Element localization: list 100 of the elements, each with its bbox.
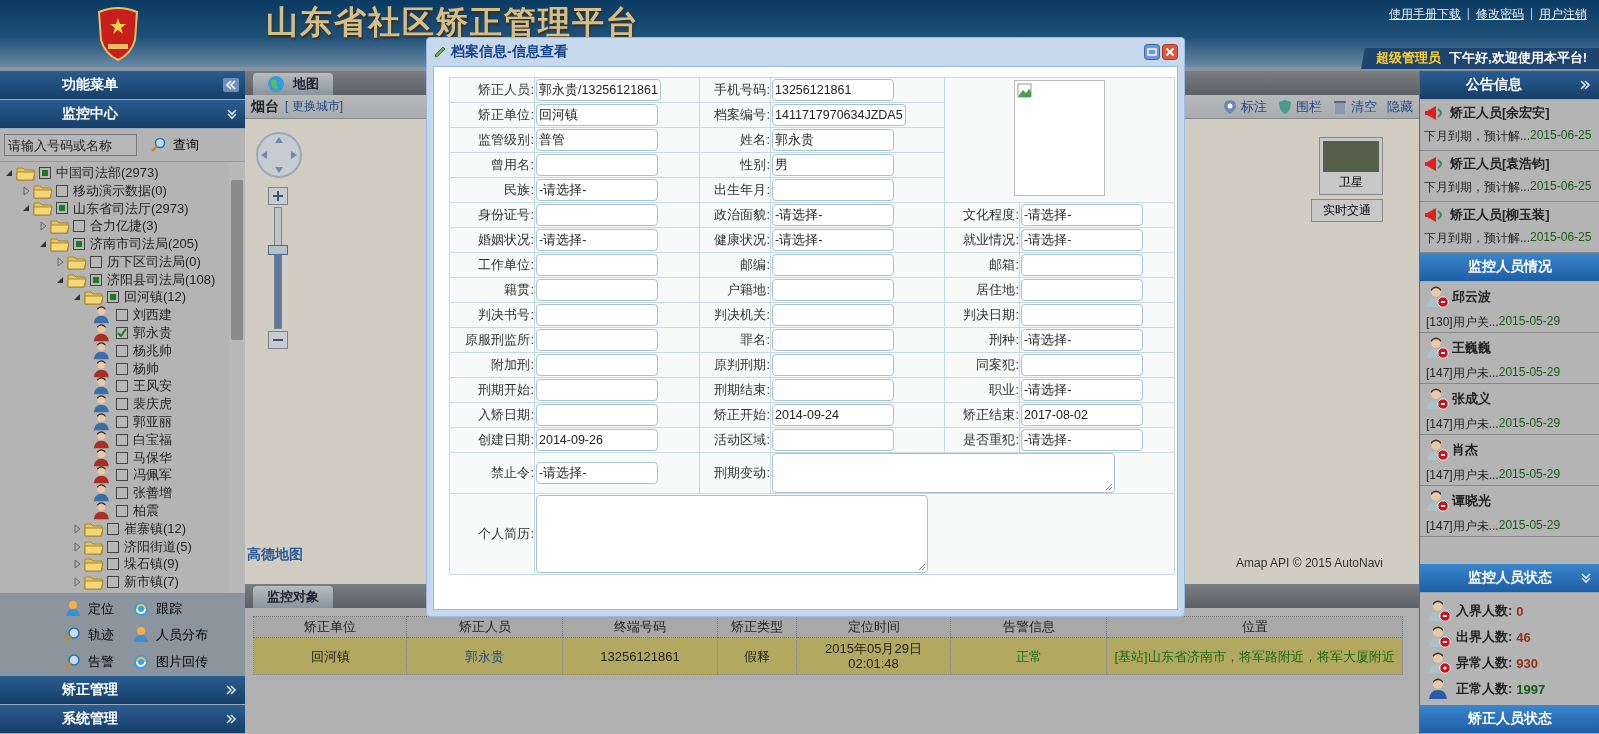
restore-icon[interactable] <box>1144 44 1160 60</box>
tree-item[interactable]: 冯佩军 <box>133 466 172 485</box>
text-field[interactable]: -请选择- <box>536 179 658 201</box>
search-button[interactable]: 查询 <box>147 136 203 154</box>
input-field[interactable] <box>536 379 658 401</box>
tree-item[interactable]: 济阳县司法局(108) <box>107 270 216 289</box>
tree-item[interactable]: 柏震 <box>133 502 159 521</box>
text-field[interactable]: 2017-08-02 <box>1021 404 1143 426</box>
checkbox[interactable] <box>116 451 128 464</box>
tree-item[interactable]: 郭永贵 <box>133 324 172 343</box>
tree-item[interactable]: 白宝福 <box>133 430 172 449</box>
tree-item[interactable]: 垛石镇(9) <box>124 555 179 574</box>
tree-item[interactable]: 刘西建 <box>133 306 172 325</box>
close-icon[interactable] <box>1162 44 1178 60</box>
text-field[interactable]: 男 <box>772 154 894 176</box>
tree-item[interactable]: 历下区司法局(0) <box>107 252 201 271</box>
header-link[interactable]: 用户注销 <box>1539 6 1587 23</box>
input-field[interactable] <box>1021 354 1143 376</box>
expand-icon[interactable] <box>1579 570 1593 586</box>
input-field[interactable] <box>1021 279 1143 301</box>
tree-item[interactable]: 裴庆虎 <box>133 395 172 414</box>
panel-header[interactable]: 矫正管理 <box>0 676 245 705</box>
text-field[interactable]: 回河镇 <box>536 104 658 126</box>
panel-header[interactable]: 监控人员情况 <box>1420 253 1599 282</box>
checkbox[interactable] <box>73 220 85 233</box>
traffic-button[interactable]: 实时交通 <box>1311 199 1383 222</box>
tree-item[interactable]: 合力亿捷(3) <box>90 217 158 236</box>
header-link[interactable]: 使用手册下载 <box>1388 6 1461 23</box>
tree-item[interactable]: 杨帅 <box>133 359 159 378</box>
expand-icon[interactable] <box>1577 78 1593 92</box>
checkbox[interactable] <box>56 202 68 215</box>
collapse-triangle-icon[interactable] <box>72 292 82 303</box>
panel-header[interactable]: 公告信息 <box>1420 71 1599 100</box>
text-field[interactable]: 13256121861 <box>772 79 894 101</box>
checkbox[interactable] <box>116 327 128 340</box>
person-name[interactable]: 张成义 <box>1452 390 1491 408</box>
input-field[interactable] <box>772 254 894 276</box>
input-field[interactable] <box>772 379 894 401</box>
input-field[interactable] <box>536 279 658 301</box>
expand-triangle-icon[interactable] <box>72 559 82 570</box>
checkbox[interactable] <box>116 398 128 411</box>
input-field[interactable] <box>536 404 658 426</box>
checkbox[interactable] <box>107 291 119 304</box>
tree-item[interactable]: 马保华 <box>133 448 172 467</box>
tree-item[interactable]: 崔寨镇(12) <box>124 519 187 538</box>
expand-triangle-icon[interactable] <box>72 541 82 552</box>
person-name[interactable]: 谭晓光 <box>1452 492 1491 510</box>
input-field[interactable] <box>772 329 894 351</box>
checkbox[interactable] <box>107 522 119 535</box>
person-name[interactable]: 邱云波 <box>1452 288 1491 306</box>
checkbox[interactable] <box>116 433 128 446</box>
text-field[interactable]: 郭永贵/13256121861 <box>536 79 661 101</box>
map-tool-button[interactable]: 围栏 <box>1277 97 1322 116</box>
satellite-button[interactable]: 卫星 <box>1319 137 1383 195</box>
text-field[interactable]: 2014-09-26 <box>536 429 658 451</box>
tree-item[interactable]: 杨兆帅 <box>133 341 172 360</box>
checkbox[interactable] <box>116 416 128 429</box>
text-field[interactable]: 郭永贵 <box>772 129 894 151</box>
collapse-triangle-icon[interactable] <box>38 239 48 250</box>
zoom-out-icon[interactable] <box>268 331 288 349</box>
search-field[interactable]: 请输入号码或名称 <box>4 134 137 156</box>
text-field[interactable]: -请选择- <box>1021 229 1143 251</box>
tree-item[interactable]: 王风安 <box>133 377 172 396</box>
map-tool-button[interactable]: 标注 <box>1222 97 1267 116</box>
collapse-icon[interactable] <box>223 78 239 92</box>
tree-item[interactable]: 济南市司法局(205) <box>90 235 199 254</box>
table-row[interactable]: 回河镇 郭永贵 13256121861 假释 2015年05月29日 02:01:48 正常 [基站]山东省济南市，将军路附近，将军大厦附近 <box>253 637 1403 675</box>
tree-item[interactable]: 移动演示数据(0) <box>73 181 167 200</box>
checkbox[interactable] <box>90 273 102 286</box>
text-field[interactable]: -请选择- <box>536 229 658 251</box>
input-field[interactable] <box>1021 254 1143 276</box>
expand-icon[interactable] <box>223 683 239 697</box>
checkbox[interactable] <box>56 184 68 197</box>
expand-triangle-icon[interactable] <box>72 577 82 588</box>
input-field[interactable] <box>1021 304 1143 326</box>
tree-item[interactable]: 山东省司法厅(2973) <box>73 199 189 218</box>
panel-header[interactable]: 矫正人员状态 <box>1420 705 1599 734</box>
input-field[interactable] <box>536 154 658 176</box>
panel-header[interactable]: 功能菜单 <box>0 71 245 100</box>
action-button[interactable]: 告警 <box>63 650 126 673</box>
checkbox[interactable] <box>107 558 119 571</box>
expand-icon[interactable] <box>223 712 239 726</box>
input-field[interactable] <box>772 279 894 301</box>
scrollbar[interactable] <box>229 162 245 593</box>
tree-item[interactable]: 新市镇(7) <box>124 573 179 592</box>
map-tool-button[interactable]: 隐藏 <box>1387 97 1413 116</box>
tree-item[interactable]: 中国司法部(2973) <box>56 163 159 182</box>
action-button[interactable]: 定位 <box>63 598 126 621</box>
monitor-tab[interactable]: 监控对象 <box>253 586 333 608</box>
panel-header[interactable]: 系统管理 <box>0 705 245 734</box>
tree-item[interactable]: 济阳街道(5) <box>124 537 192 556</box>
input-field[interactable] <box>536 204 658 226</box>
action-button[interactable]: 跟踪 <box>131 598 232 621</box>
tree-item[interactable]: 回河镇(12) <box>124 288 187 307</box>
notice-title[interactable]: 矫正人员[袁浩钧] <box>1450 155 1550 173</box>
input-field[interactable] <box>536 254 658 276</box>
checkbox[interactable] <box>107 540 119 553</box>
expand-triangle-icon[interactable] <box>21 185 31 196</box>
input-field[interactable] <box>536 304 658 326</box>
action-button[interactable]: 图片回传 <box>131 650 232 673</box>
